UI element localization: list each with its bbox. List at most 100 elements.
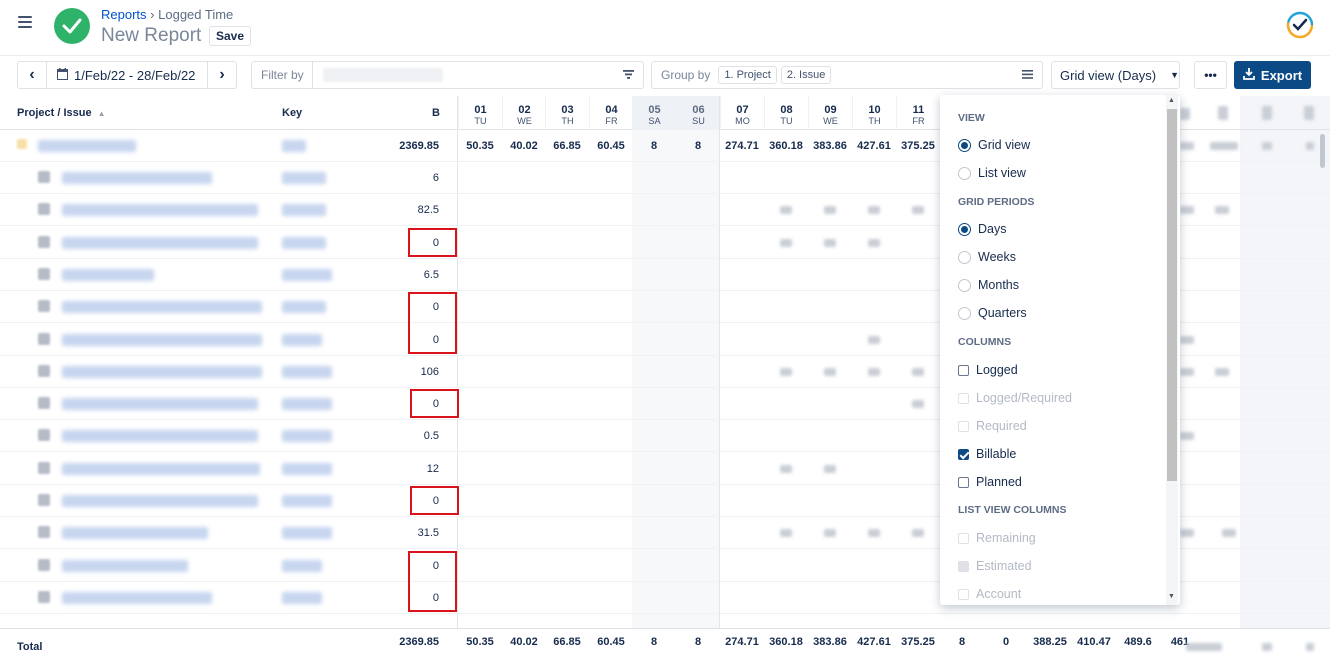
group-by-bar[interactable]: Group by 1. Project 2. Issue	[651, 61, 1043, 89]
total-day-value: 60.45	[597, 636, 625, 648]
issue-name-blurred[interactable]	[62, 236, 258, 249]
day-of-week: TU	[780, 116, 793, 126]
option-months[interactable]: Months	[958, 278, 1019, 292]
date-range-field[interactable]: 1/Feb/22 - 28/Feb/22	[46, 62, 208, 88]
issue-key-blurred[interactable]	[282, 333, 322, 346]
issue-name-blurred[interactable]	[62, 527, 208, 540]
day-header-1: 02 WE	[502, 96, 546, 130]
list-icon[interactable]	[1022, 68, 1033, 82]
issue-name-blurred[interactable]	[62, 268, 154, 281]
issue-name-blurred[interactable]	[62, 398, 258, 411]
app-logo-icon[interactable]	[1285, 10, 1315, 40]
menu-icon[interactable]	[18, 16, 32, 28]
issue-key-blurred[interactable]	[282, 268, 332, 281]
checkbox-disabled-icon	[958, 392, 969, 404]
radio-checked-icon[interactable]	[958, 138, 971, 152]
filter-bar[interactable]: Filter by	[251, 61, 644, 89]
radio-icon[interactable]	[958, 250, 971, 264]
option-grid-view[interactable]: Grid view	[958, 138, 1030, 152]
issue-key-blurred[interactable]	[282, 591, 322, 604]
issue-key-blurred[interactable]	[282, 398, 332, 411]
issue-key-blurred[interactable]	[282, 204, 326, 217]
option-label: Months	[978, 278, 1019, 292]
issue-name-blurred[interactable]	[62, 462, 260, 475]
radio-icon[interactable]	[958, 306, 971, 320]
more-button[interactable]: •••	[1194, 61, 1227, 89]
option-days[interactable]: Days	[958, 222, 1006, 236]
grid-scrollbar[interactable]	[1320, 134, 1325, 168]
day-number: 05	[648, 104, 661, 116]
column-header-project[interactable]: Project / Issue ▲	[17, 96, 106, 130]
option-billable[interactable]: Billable	[958, 447, 1016, 461]
column-header-key[interactable]: Key	[282, 96, 302, 130]
checkbox-icon[interactable]	[958, 476, 969, 488]
export-button[interactable]: Export	[1234, 61, 1311, 89]
option-logged[interactable]: Logged	[958, 363, 1018, 377]
issue-name-blurred[interactable]	[62, 591, 212, 604]
radio-icon[interactable]	[958, 166, 971, 180]
checkbox-icon[interactable]	[958, 364, 969, 376]
day-number: 03	[561, 104, 574, 116]
total-day-value: 383.86	[813, 636, 847, 648]
issue-key-blurred[interactable]	[282, 365, 332, 378]
radio-checked-icon[interactable]	[958, 222, 971, 236]
save-button[interactable]: Save	[209, 26, 252, 46]
issue-name-blurred[interactable]	[62, 495, 258, 507]
filter-icon[interactable]	[623, 68, 634, 82]
sort-asc-icon[interactable]: ▲	[98, 109, 106, 118]
section-columns: COLUMNS	[958, 336, 1012, 348]
issue-key-blurred[interactable]	[282, 172, 326, 184]
issue-name-blurred[interactable]	[62, 430, 258, 443]
group-chip-issue[interactable]: 2. Issue	[780, 66, 832, 84]
checkbox-disabled-checked-icon	[958, 560, 969, 572]
next-period-button[interactable]: ›	[208, 62, 236, 88]
option-weeks[interactable]: Weeks	[958, 250, 1016, 264]
blurred-value	[1180, 367, 1194, 376]
issue-name-blurred[interactable]	[62, 333, 262, 346]
checkbox-checked-icon[interactable]	[958, 448, 969, 460]
option-planned[interactable]: Planned	[958, 475, 1022, 489]
issue-key-blurred[interactable]	[282, 559, 322, 572]
issue-key-blurred[interactable]	[282, 236, 326, 249]
calendar-icon	[57, 67, 68, 83]
issue-key-blurred[interactable]	[282, 430, 332, 443]
group-day-value: 274.71	[725, 140, 759, 152]
issue-type-icon	[38, 364, 50, 377]
dropdown-scrollbar-thumb[interactable]	[1167, 109, 1177, 481]
column-header-b[interactable]: B	[432, 96, 440, 130]
breadcrumb-reports-link[interactable]: Reports	[101, 7, 147, 22]
page-title[interactable]: New Report	[101, 25, 201, 47]
blurred-value	[912, 529, 924, 538]
option-list-view[interactable]: List view	[958, 166, 1026, 180]
blurred-value	[868, 335, 880, 344]
group-chip-project[interactable]: 1. Project	[718, 66, 777, 84]
filter-chip[interactable]	[322, 68, 443, 82]
issue-key-blurred[interactable]	[282, 462, 332, 475]
option-quarters[interactable]: Quarters	[958, 306, 1027, 320]
billable-value: 106	[420, 365, 439, 378]
issue-key-blurred[interactable]	[282, 495, 332, 507]
group-name-blurred[interactable]	[38, 140, 136, 152]
date-range-text: 1/Feb/22 - 28/Feb/22	[74, 67, 196, 83]
issue-name-blurred[interactable]	[62, 301, 262, 314]
day-of-week: TU	[474, 116, 487, 126]
issue-key-blurred[interactable]	[282, 527, 332, 540]
issue-type-icon	[38, 171, 50, 183]
day-header-2: 03 TH	[545, 96, 589, 130]
issue-name-blurred[interactable]	[62, 172, 212, 184]
radio-icon[interactable]	[958, 278, 971, 292]
group-key-blurred[interactable]	[282, 140, 306, 152]
highlight-annotation	[408, 550, 457, 613]
total-day-value: 388.25	[1033, 636, 1067, 648]
issue-name-blurred[interactable]	[62, 365, 262, 378]
view-select[interactable]: Grid view (Days) ▼	[1051, 61, 1180, 89]
prev-period-button[interactable]: ‹	[18, 62, 46, 88]
day-number: 07	[736, 104, 749, 116]
blurred-header	[1218, 106, 1228, 120]
issue-name-blurred[interactable]	[62, 204, 258, 217]
billable-value: 6	[432, 172, 439, 184]
scroll-up-icon[interactable]: ▲	[1168, 97, 1175, 104]
issue-key-blurred[interactable]	[282, 301, 326, 314]
issue-name-blurred[interactable]	[62, 559, 188, 572]
scroll-down-icon[interactable]: ▼	[1168, 593, 1175, 600]
